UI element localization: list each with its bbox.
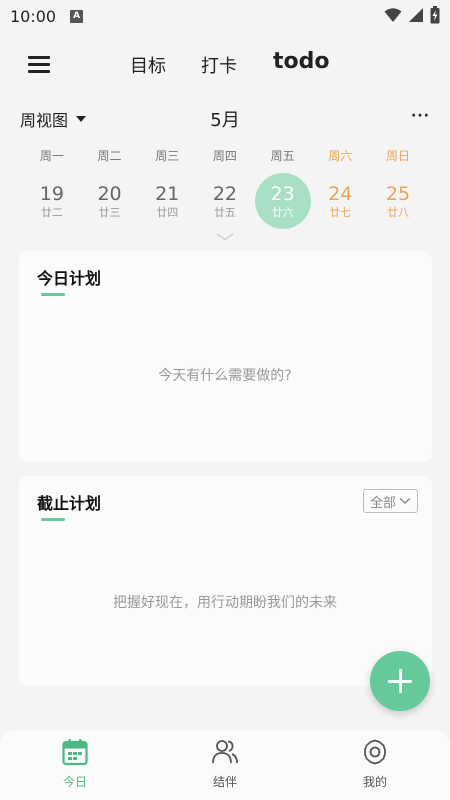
- tab-todo[interactable]: todo: [273, 49, 330, 74]
- day-number: 23: [270, 182, 295, 205]
- lunar-date: 廿六: [271, 205, 294, 219]
- lunar-date: 廿四: [156, 205, 179, 219]
- empty-state-text: 今天有什么需要做的?: [158, 368, 292, 384]
- tab-goal[interactable]: 目标: [130, 52, 166, 78]
- status-bar: 10:00 A: [0, 0, 450, 32]
- lunar-date: 廿八: [386, 205, 409, 219]
- weekday-row: 周一 周二 周三 周四 周五 周六 周日: [23, 147, 427, 164]
- empty-state-text: 把握好现在，用行动期盼我们的未来: [113, 595, 337, 611]
- day-number: 21: [155, 182, 180, 205]
- calendar-day[interactable]: 21 廿四: [138, 173, 196, 229]
- notification-badge: A: [70, 9, 84, 23]
- lunar-date: 廿二: [40, 205, 63, 219]
- deadline-plan-card: 截止计划 全部 把握好现在，用行动期盼我们的未来: [18, 476, 432, 686]
- weekday-label: 周二: [97, 149, 122, 163]
- calendar-day[interactable]: 19 廿二: [23, 173, 81, 229]
- chevron-down-icon[interactable]: [216, 233, 234, 241]
- wifi-icon: [384, 8, 402, 22]
- gear-icon: [364, 739, 386, 765]
- lunar-date: 廿五: [213, 205, 236, 219]
- partner-icon: [212, 740, 238, 764]
- status-time: 10:00: [10, 6, 57, 26]
- signal-icon: [409, 8, 423, 22]
- weekday-label: 周六: [328, 149, 353, 163]
- calendar-day[interactable]: 25 廿八: [369, 173, 427, 229]
- lunar-date: 廿七: [329, 205, 352, 219]
- day-number: 22: [212, 182, 237, 205]
- weekday-label: 周五: [270, 149, 295, 163]
- card-title: 截止计划: [37, 494, 102, 513]
- calendar-day[interactable]: 20 廿三: [81, 173, 139, 229]
- nav-item-today[interactable]: 今日: [25, 730, 125, 800]
- weekday-label: 周三: [155, 149, 180, 163]
- title-underline: [41, 293, 65, 296]
- battery-icon: [430, 6, 440, 24]
- day-number: 20: [97, 182, 122, 205]
- weekday-label: 周四: [212, 149, 237, 163]
- add-button[interactable]: [370, 651, 430, 711]
- today-plan-card: 今日计划 今天有什么需要做的?: [18, 251, 432, 462]
- calendar-day[interactable]: 24 廿七: [311, 173, 369, 229]
- title-underline: [41, 518, 65, 521]
- week-days-row: 19 廿二 20 廿三 21 廿四 22 廿五 23 廿六 24 廿七 25 廿…: [23, 173, 427, 229]
- weekday-label: 周日: [385, 149, 410, 163]
- more-options-icon[interactable]: ···: [411, 108, 430, 124]
- nav-label: 我的: [362, 775, 387, 789]
- menu-icon[interactable]: [28, 54, 52, 76]
- nav-label: 结伴: [212, 775, 237, 789]
- lunar-date: 廿三: [98, 205, 121, 219]
- nav-item-mine[interactable]: 我的: [325, 730, 425, 800]
- day-number: 19: [39, 182, 64, 205]
- card-title: 今日计划: [37, 269, 102, 288]
- day-number: 24: [328, 182, 353, 205]
- nav-label: 今日: [62, 775, 87, 789]
- month-label: 5月: [210, 110, 240, 131]
- calendar-day-selected[interactable]: 23 廿六: [254, 173, 312, 229]
- tab-checkin[interactable]: 打卡: [201, 52, 237, 78]
- calendar-day[interactable]: 22 廿五: [196, 173, 254, 229]
- nav-item-partner[interactable]: 结伴: [175, 730, 275, 800]
- filter-dropdown[interactable]: 全部: [362, 489, 418, 513]
- top-nav: 目标 打卡 todo: [0, 40, 450, 90]
- filter-label: 全部: [369, 495, 396, 511]
- calendar-icon: [62, 739, 88, 766]
- bottom-nav: 今日 结伴 我的: [0, 730, 450, 800]
- status-icons: [384, 6, 440, 24]
- weekday-label: 周一: [39, 149, 64, 163]
- day-number: 25: [385, 182, 411, 205]
- chevron-down-icon: [399, 497, 411, 505]
